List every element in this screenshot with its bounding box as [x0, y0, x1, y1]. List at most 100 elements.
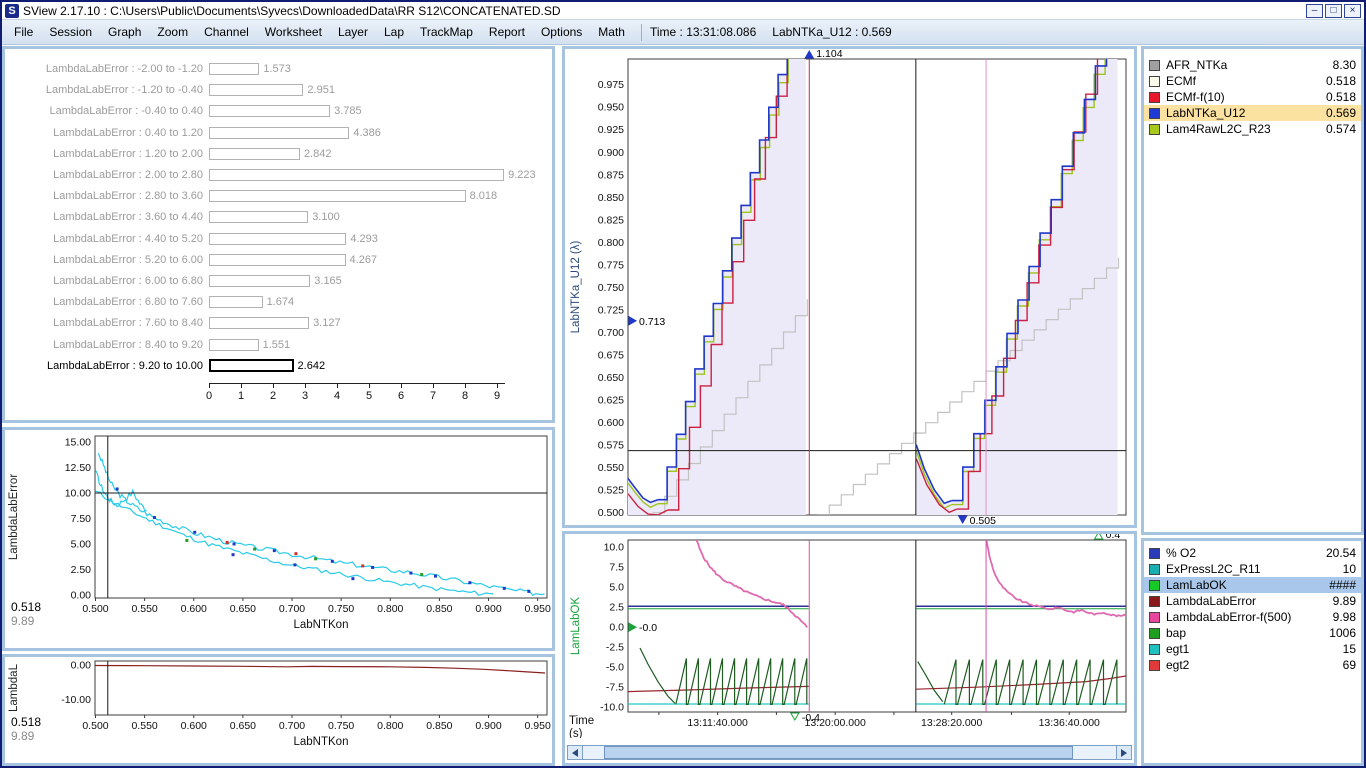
hist-row-6[interactable]: LambdaLabError : 2.80 to 3.608.018 — [5, 186, 550, 206]
svg-text:0.825: 0.825 — [598, 214, 624, 226]
time-scrollbar[interactable] — [567, 745, 1132, 760]
channel-color-swatch — [1149, 564, 1160, 575]
svg-text:0.650: 0.650 — [230, 603, 256, 615]
channel-row-lamlabok[interactable]: LamLabOK#### — [1144, 577, 1361, 593]
menu-item-zoom[interactable]: Zoom — [149, 21, 196, 43]
scatter-cursor-y-readout: 9.89 — [11, 614, 34, 628]
channel-row-labntka-u12[interactable]: LabNTKa_U120.569 — [1144, 105, 1361, 121]
channel-name: LabNTKa_U12 — [1166, 106, 1322, 120]
svg-text:0.500: 0.500 — [598, 507, 624, 519]
scroll-left-button[interactable] — [567, 745, 583, 760]
left-arrow-icon — [572, 749, 578, 757]
hist-axis-tick: 0 — [206, 390, 212, 402]
hist-bar — [209, 190, 466, 202]
hist-row-14[interactable]: LambdaLabError : 9.20 to 10.002.642 — [5, 356, 550, 376]
svg-text:13:28:20.000: 13:28:20.000 — [921, 717, 982, 729]
menu-item-channel[interactable]: Channel — [196, 21, 257, 43]
channel-row-ecmf-f-10-[interactable]: ECMf-f(10)0.518 — [1144, 89, 1361, 105]
small-cursor-x-readout: 0.518 — [11, 715, 41, 729]
menu-item-worksheet[interactable]: Worksheet — [257, 21, 330, 43]
svg-text:LabNTKon: LabNTKon — [294, 619, 349, 631]
channel-value: 9.89 — [1333, 594, 1356, 608]
menu-item-math[interactable]: Math — [590, 21, 633, 43]
channel-value: 0.518 — [1326, 90, 1356, 104]
channel-row-ecmf[interactable]: ECMf0.518 — [1144, 73, 1361, 89]
hist-row-label: LambdaLabError : 2.00 to 2.80 — [5, 169, 203, 181]
menu-item-trackmap[interactable]: TrackMap — [412, 21, 481, 43]
svg-text:0.925: 0.925 — [598, 124, 624, 136]
menu-item-file[interactable]: File — [6, 21, 41, 43]
svg-text:1.104: 1.104 — [816, 49, 842, 60]
channel-row-egt2[interactable]: egt269 — [1144, 657, 1361, 673]
minimize-button[interactable]: – — [1306, 4, 1323, 18]
hist-bar-value: 4.267 — [350, 254, 378, 266]
status-time: Time : 13:31:08.086 — [650, 25, 756, 39]
menu-item-options[interactable]: Options — [533, 21, 590, 43]
menu-item-layer[interactable]: Layer — [330, 21, 376, 43]
channel-row-expressl2c-r11[interactable]: ExPressL2C_R1110 — [1144, 561, 1361, 577]
hist-row-1[interactable]: LambdaLabError : -1.20 to -0.402.951 — [5, 80, 550, 100]
hist-row-5[interactable]: LambdaLabError : 2.00 to 2.809.223 — [5, 165, 550, 185]
channel-row-afr-ntka[interactable]: AFR_NTKa8.30 — [1144, 57, 1361, 73]
hist-row-label: LambdaLabError : -1.20 to -0.40 — [5, 84, 203, 96]
status-channel-value: LabNTKa_U12 : 0.569 — [772, 25, 891, 39]
hist-bar-value: 3.100 — [312, 211, 340, 223]
channel-color-swatch — [1149, 644, 1160, 655]
channel-row-lam4rawl2c-r23[interactable]: Lam4RawL2C_R230.574 — [1144, 121, 1361, 137]
scroll-right-button[interactable] — [1116, 745, 1132, 760]
hist-row-4[interactable]: LambdaLabError : 1.20 to 2.002.842 — [5, 144, 550, 164]
channel-color-swatch — [1149, 124, 1160, 135]
svg-text:13:11:40.000: 13:11:40.000 — [687, 717, 748, 729]
svg-text:0.750: 0.750 — [328, 603, 354, 615]
menu-item-graph[interactable]: Graph — [100, 21, 149, 43]
hist-bar-value: 4.293 — [350, 233, 378, 245]
channel-row--o2[interactable]: % O220.54 — [1144, 545, 1361, 561]
svg-text:0.950: 0.950 — [525, 720, 551, 732]
channel-name: bap — [1166, 626, 1325, 640]
svg-text:0.4: 0.4 — [1106, 534, 1121, 541]
svg-text:0.850: 0.850 — [598, 192, 624, 204]
menu-separator — [641, 24, 642, 41]
scrollbar-thumb[interactable] — [604, 746, 1073, 759]
svg-text:0.750: 0.750 — [328, 720, 354, 732]
hist-bar — [209, 359, 294, 372]
hist-axis-tick: 3 — [302, 390, 308, 402]
close-button[interactable]: × — [1344, 4, 1361, 18]
channel-value: 20.54 — [1326, 546, 1356, 560]
lamlabok-time-chart[interactable]: 10.07.55.02.50.0-2.5-5.0-7.5-10.013:11:4… — [565, 534, 1134, 738]
hist-row-10[interactable]: LambdaLabError : 6.00 to 6.803.165 — [5, 271, 550, 291]
lambda-time-chart[interactable]: 0.9750.9500.9250.9000.8750.8500.8250.800… — [565, 49, 1134, 525]
hist-row-0[interactable]: LambdaLabError : -2.00 to -1.201.573 — [5, 59, 550, 79]
channel-color-swatch — [1149, 628, 1160, 639]
hist-row-12[interactable]: LambdaLabError : 7.60 to 8.403.127 — [5, 313, 550, 333]
channel-row-lambdalaberror-f-500-[interactable]: LambdaLabError-f(500)9.98 — [1144, 609, 1361, 625]
hist-row-8[interactable]: LambdaLabError : 4.40 to 5.204.293 — [5, 229, 550, 249]
svg-text:0.975: 0.975 — [598, 79, 624, 91]
scrollbar-track[interactable] — [583, 745, 1116, 760]
hist-row-11[interactable]: LambdaLabError : 6.80 to 7.601.674 — [5, 292, 550, 312]
channel-row-lambdalaberror[interactable]: LambdaLabError9.89 — [1144, 593, 1361, 609]
hist-row-13[interactable]: LambdaLabError : 8.40 to 9.201.551 — [5, 335, 550, 355]
maximize-button[interactable]: □ — [1325, 4, 1342, 18]
channel-value: 1006 — [1329, 626, 1356, 640]
channel-row-egt1[interactable]: egt115 — [1144, 641, 1361, 657]
menu-item-report[interactable]: Report — [481, 21, 533, 43]
svg-text:0.713: 0.713 — [639, 316, 665, 328]
small-chart[interactable]: 0.00-10.000.5000.5500.6000.6500.7000.750… — [5, 657, 552, 763]
svg-text:0.800: 0.800 — [377, 720, 403, 732]
menu-item-lap[interactable]: Lap — [376, 21, 412, 43]
hist-row-7[interactable]: LambdaLabError : 3.60 to 4.403.100 — [5, 207, 550, 227]
hist-bar-value: 4.386 — [353, 127, 381, 139]
main-chart-panel: 0.9750.9500.9250.9000.8750.8500.8250.800… — [562, 46, 1137, 528]
hist-row-3[interactable]: LambdaLabError : 0.40 to 1.204.386 — [5, 123, 550, 143]
channel-value: 0.518 — [1326, 74, 1356, 88]
menu-item-session[interactable]: Session — [41, 21, 100, 43]
channel-row-bap[interactable]: bap 1006 — [1144, 625, 1361, 641]
hist-bar — [209, 127, 349, 139]
hist-bar-value: 3.785 — [334, 105, 362, 117]
scatter-chart[interactable]: 15.0012.5010.007.505.002.500.000.5000.55… — [5, 430, 552, 648]
hist-row-9[interactable]: LambdaLabError : 5.20 to 6.004.267 — [5, 250, 550, 270]
hist-row-2[interactable]: LambdaLabError : -0.40 to 0.403.785 — [5, 101, 550, 121]
svg-text:0.0: 0.0 — [609, 622, 624, 634]
channel-value: 0.574 — [1326, 122, 1356, 136]
